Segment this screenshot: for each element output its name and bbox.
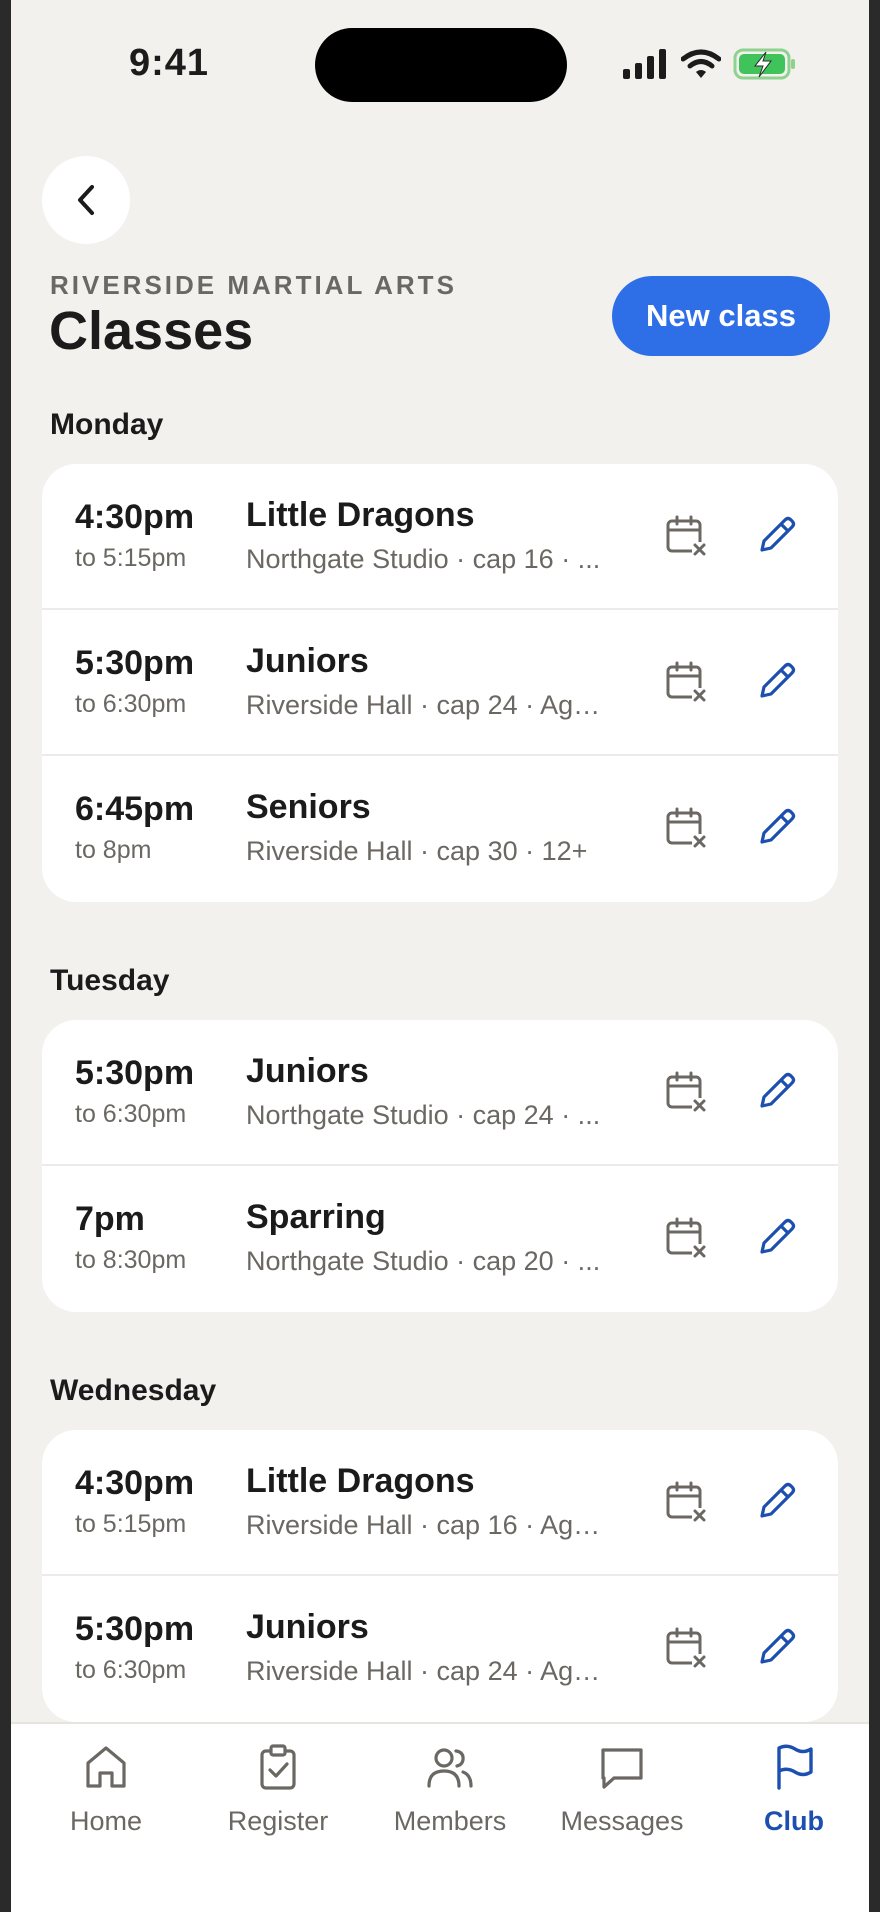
class-name: Seniors <box>246 788 371 826</box>
day-heading: Monday <box>50 408 164 441</box>
club-name: RIVERSIDE MARTIAL ARTS <box>50 270 457 300</box>
home-icon <box>86 1746 126 1788</box>
class-start-time: 5:30pm <box>75 1610 195 1648</box>
class-row[interactable]: 5:30pm to 6:30pm Juniors Riverside Hall · c… <box>42 610 838 756</box>
back-button[interactable] <box>42 156 130 244</box>
class-start-time: 7pm <box>75 1200 145 1238</box>
pencil-icon[interactable] <box>754 658 800 704</box>
tab-label: Members <box>393 1806 507 1836</box>
calendar-x-icon[interactable] <box>664 1480 708 1524</box>
class-end-time: to 6:30pm <box>75 1100 187 1128</box>
tab-messages[interactable]: Messages <box>537 1742 707 1837</box>
class-row[interactable]: 7pm to 8:30pm Sparring Northgate Studio · c… <box>42 1166 838 1312</box>
class-name: Juniors <box>246 1608 369 1646</box>
tab-members[interactable]: Members <box>365 1742 535 1837</box>
calendar-x-icon[interactable] <box>664 514 708 558</box>
class-end-time: to 8:30pm <box>75 1246 187 1274</box>
class-name: Juniors <box>246 1052 369 1090</box>
class-end-time: to 6:30pm <box>75 1656 187 1684</box>
class-details: Northgate Studio · cap 16 · ... <box>246 544 601 574</box>
day-class-list: 5:30pm to 6:30pm Juniors Northgate Studio ·… <box>42 1020 838 1312</box>
day-heading: Wednesday <box>50 1374 217 1407</box>
pencil-icon[interactable] <box>754 512 800 558</box>
class-start-time: 5:30pm <box>75 1054 195 1092</box>
tab-club[interactable]: Club <box>709 1742 869 1837</box>
day-class-list: 4:30pm to 5:15pm Little Dragons Northgate S… <box>42 464 838 902</box>
pencil-icon[interactable] <box>754 1478 800 1524</box>
class-end-time: to 6:30pm <box>75 690 187 718</box>
tab-label: Messages <box>560 1806 684 1836</box>
class-row[interactable]: 4:30pm to 5:15pm Little Dragons Riverside H… <box>42 1430 838 1576</box>
dynamic-island <box>315 28 567 102</box>
tab-label: Home <box>69 1806 143 1836</box>
class-details: Riverside Hall · cap 30 · 12+ <box>246 836 588 866</box>
class-details: Riverside Hall · cap 16 · Age... <box>246 1510 606 1540</box>
class-start-time: 4:30pm <box>75 498 195 536</box>
class-start-time: 4:30pm <box>75 1464 195 1502</box>
clipboard-check-icon <box>260 1744 296 1790</box>
calendar-x-icon[interactable] <box>664 1070 708 1114</box>
battery-charging-icon <box>733 48 795 80</box>
class-name: Juniors <box>246 642 369 680</box>
calendar-x-icon[interactable] <box>664 1216 708 1260</box>
class-row[interactable]: 5:30pm to 6:30pm Juniors Riverside Hall · c… <box>42 1576 838 1722</box>
class-row[interactable]: 4:30pm to 5:15pm Little Dragons Northgate S… <box>42 464 838 610</box>
calendar-x-icon[interactable] <box>664 1626 708 1670</box>
message-icon <box>601 1748 643 1789</box>
day-class-list: 4:30pm to 5:15pm Little Dragons Riverside H… <box>42 1430 838 1722</box>
users-icon <box>427 1748 473 1788</box>
pencil-icon[interactable] <box>754 804 800 850</box>
status-bar: 9:41 <box>11 0 869 130</box>
class-name: Little Dragons <box>246 1462 475 1500</box>
class-name: Sparring <box>246 1198 386 1236</box>
tab-label: Club <box>764 1806 824 1836</box>
signal-icon <box>623 49 666 79</box>
class-end-time: to 5:15pm <box>75 544 187 572</box>
class-start-time: 5:30pm <box>75 644 195 682</box>
class-end-time: to 8pm <box>75 836 152 864</box>
chevron-left-icon <box>78 185 94 215</box>
pencil-icon[interactable] <box>754 1624 800 1670</box>
class-row[interactable]: 5:30pm to 6:30pm Juniors Northgate Studio ·… <box>42 1020 838 1166</box>
calendar-x-icon[interactable] <box>664 660 708 704</box>
calendar-x-icon[interactable] <box>664 806 708 850</box>
wifi-icon <box>681 49 721 78</box>
tab-register[interactable]: Register <box>193 1742 363 1837</box>
class-row[interactable]: 6:45pm to 8pm Seniors Riverside Hall · cap … <box>42 756 838 902</box>
tab-label: Register <box>227 1806 329 1836</box>
pencil-icon[interactable] <box>754 1214 800 1260</box>
class-details: Northgate Studio · cap 20 · ... <box>246 1246 601 1276</box>
page-title: Classes <box>49 301 254 361</box>
status-time: 9:41 <box>129 42 210 84</box>
class-end-time: to 5:15pm <box>75 1510 187 1538</box>
pencil-icon[interactable] <box>754 1068 800 1114</box>
day-heading: Tuesday <box>50 964 170 997</box>
phone-screen: 9:41 RIVERSIDE MARTIAL ARTS Classes New … <box>11 0 869 1912</box>
class-details: Riverside Hall · cap 24 · Age... <box>246 1656 606 1686</box>
status-icons <box>623 44 797 84</box>
class-name: Little Dragons <box>246 496 475 534</box>
class-details: Northgate Studio · cap 24 · ... <box>246 1100 601 1130</box>
class-start-time: 6:45pm <box>75 790 195 828</box>
tab-bar: Home Register Members Messages Club <box>11 1722 869 1912</box>
new-class-button[interactable]: New class <box>612 276 830 356</box>
flag-icon <box>777 1744 813 1790</box>
tab-home[interactable]: Home <box>21 1742 191 1837</box>
class-details: Riverside Hall · cap 24 · Age... <box>246 690 606 720</box>
